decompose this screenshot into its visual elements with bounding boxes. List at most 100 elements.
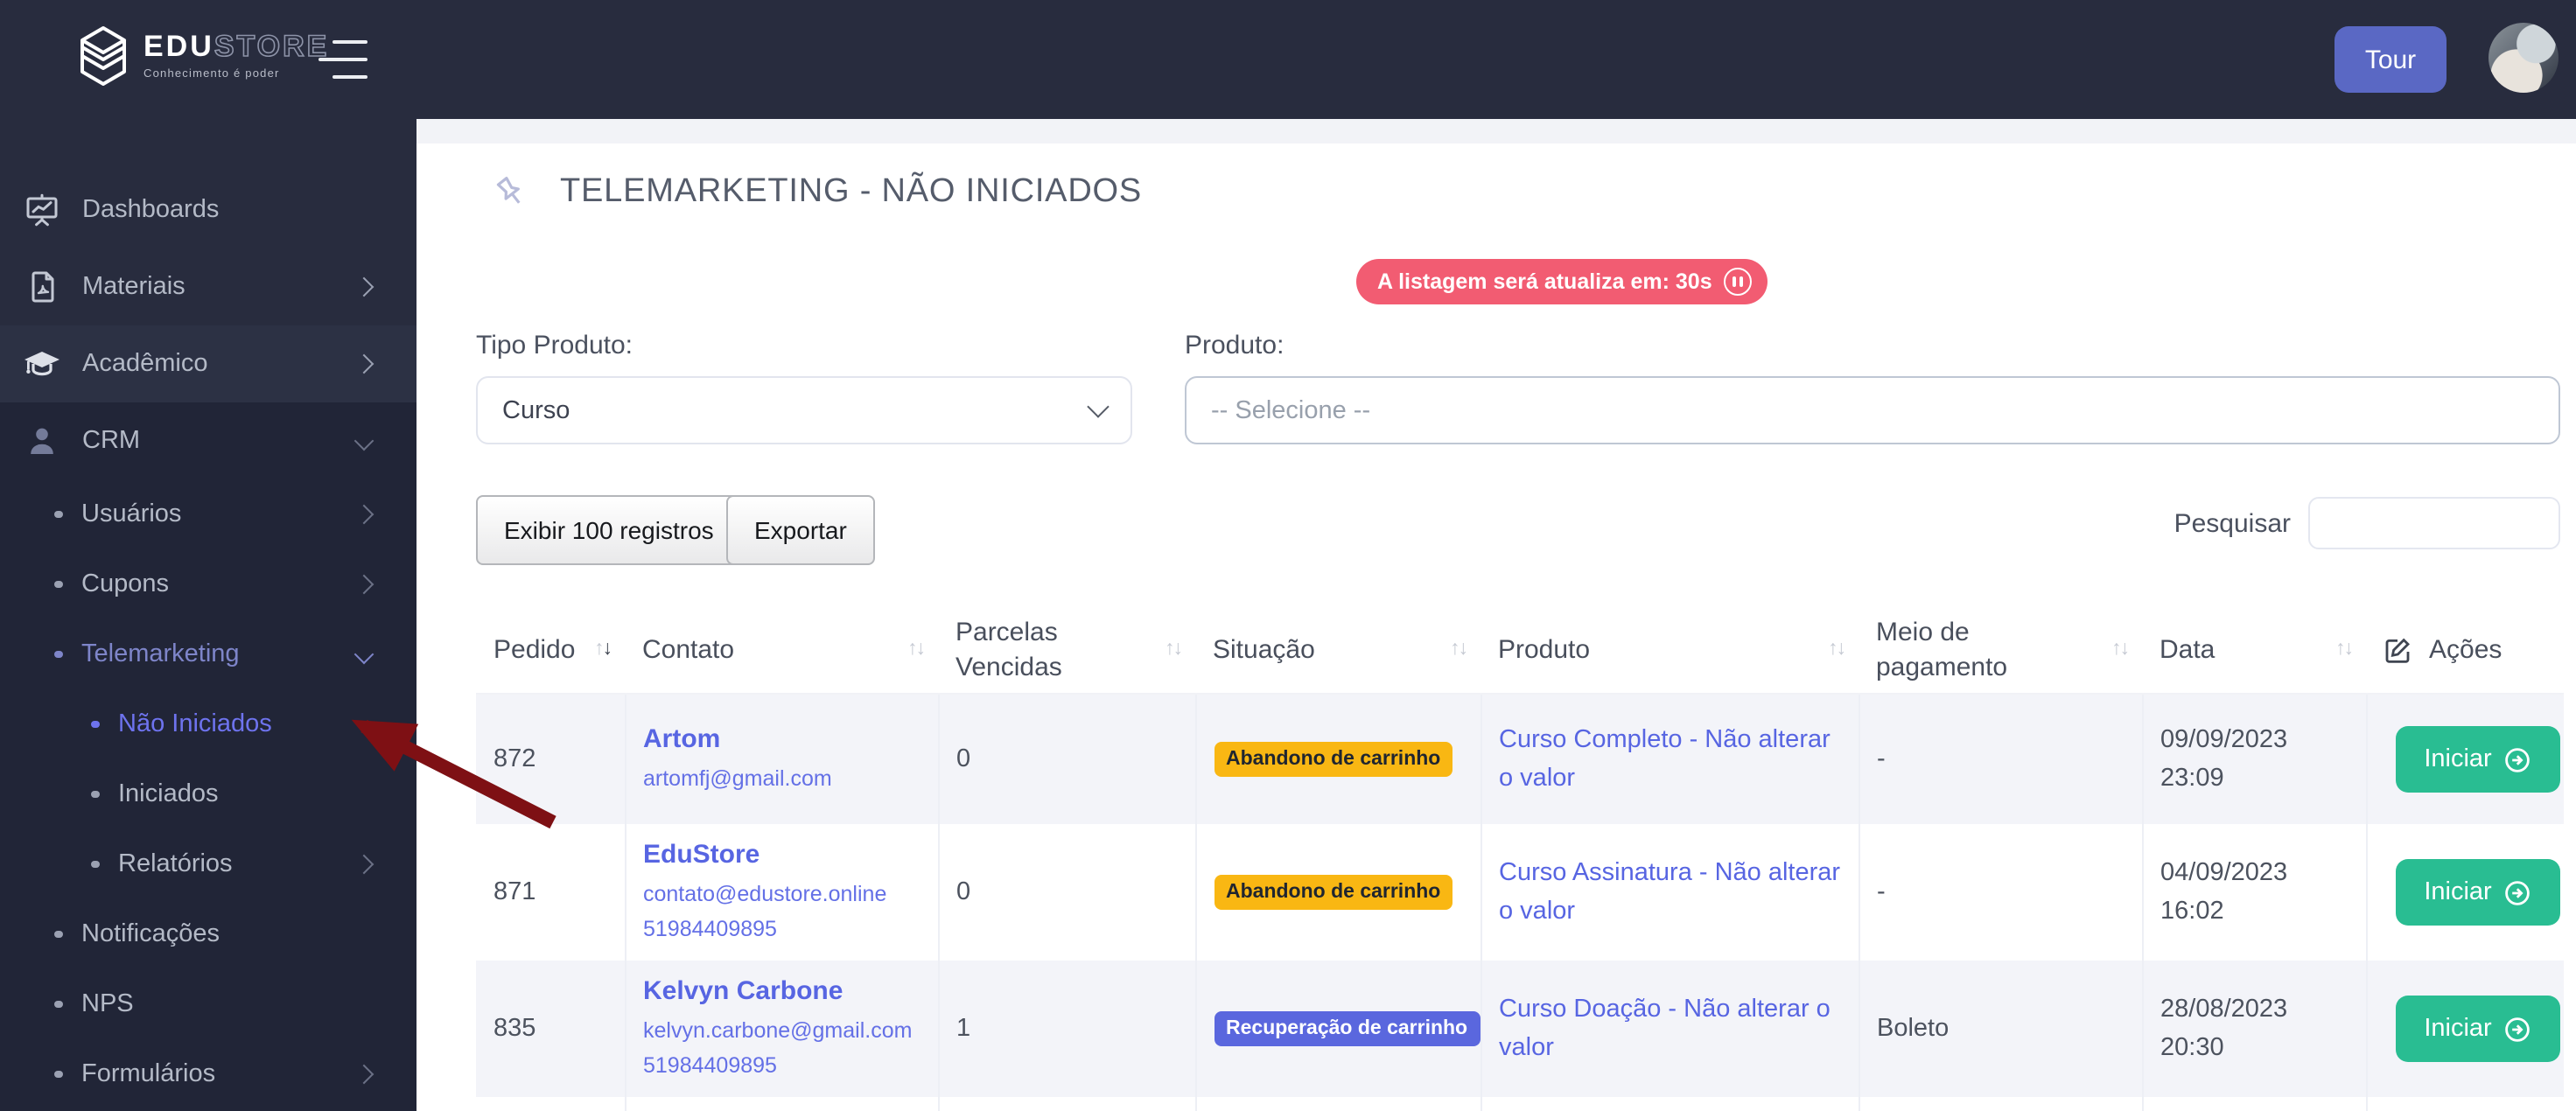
cell-situacao: Abandono de carrinho — [1195, 694, 1481, 824]
column-header-meio-pagamento[interactable]: Meio de pagamento ↑ ↓ — [1858, 607, 2142, 695]
cell-data: 28/08/2023 20:30 — [2142, 961, 2367, 1097]
edustore-cube-icon — [80, 26, 126, 86]
user-icon — [23, 423, 61, 458]
iniciar-button[interactable]: Iniciar — [2395, 726, 2559, 793]
brand-name: EDUSTORE — [144, 30, 330, 64]
sidebar-item-cupons[interactable]: Cupons — [0, 549, 416, 619]
iniciar-button[interactable]: Iniciar — [2395, 996, 2559, 1062]
search-input[interactable] — [2308, 497, 2560, 549]
cell-pedido: 871 — [476, 824, 626, 961]
pdf-file-icon — [23, 269, 61, 304]
column-header-parcelas[interactable]: Parcelas Vencidas ↑ ↓ — [938, 607, 1195, 695]
contact-phone[interactable]: 51984409895 — [643, 1049, 923, 1085]
chevron-right-icon — [354, 276, 374, 297]
sidebar-item-label: Notificações — [81, 920, 220, 948]
tour-button[interactable]: Tour — [2334, 26, 2446, 93]
column-header-pedido[interactable]: Pedido ↑ ↓ — [476, 607, 625, 695]
table-row: 835 Kelvyn Carbone kelvyn.carbone@gmail.… — [476, 961, 2564, 1097]
avatar[interactable] — [2488, 23, 2558, 93]
bullet-icon — [54, 1070, 62, 1079]
exportar-button[interactable]: Exportar — [726, 495, 875, 565]
sidebar-item-nps[interactable]: NPS — [0, 969, 416, 1039]
contact-email[interactable]: artomfj@gmail.com — [643, 761, 923, 797]
sidebar-item-label: Não Iniciados — [118, 710, 272, 738]
sidebar-item-nao-iniciados[interactable]: Não Iniciados — [0, 689, 416, 759]
main-content: TELEMARKETING - NÃO INICIADOS A listagem… — [416, 119, 2576, 1111]
sidebar-item-label: Formulários — [81, 1060, 216, 1088]
sidebar-item-iniciados[interactable]: Iniciados — [0, 759, 416, 829]
sort-icon: ↑ ↓ — [1165, 639, 1183, 660]
cell-situacao: Recuperação de carrinho — [1195, 961, 1481, 1097]
contact-name-link[interactable]: Kelvyn Carbone — [643, 973, 923, 1012]
column-header-acoes: Ações — [2366, 607, 2564, 695]
sidebar-item-crm[interactable]: CRM — [0, 402, 416, 479]
table-row — [476, 1097, 2564, 1111]
push-pin-icon — [496, 177, 521, 204]
produto-select[interactable]: -- Selecione -- — [1185, 376, 2560, 444]
sidebar-item-notificacoes[interactable]: Notificações — [0, 899, 416, 969]
sidebar-item-usuarios[interactable]: Usuários — [0, 479, 416, 549]
column-header-produto[interactable]: Produto ↑ ↓ — [1480, 607, 1858, 695]
cell-parcelas: 0 — [938, 824, 1196, 961]
arrow-right-circle-icon — [2504, 747, 2530, 772]
brand-logo: EDUSTORE Conhecimento é poder — [77, 24, 329, 87]
cell-contato: Kelvyn Carbone kelvyn.carbone@gmail.com … — [625, 961, 939, 1097]
column-header-contato[interactable]: Contato ↑ ↓ — [625, 607, 938, 695]
page-title: TELEMARKETING - NÃO INICIADOS — [560, 173, 1143, 210]
sidebar-item-telemarketing[interactable]: Telemarketing — [0, 619, 416, 689]
contact-name-link[interactable]: Artom — [643, 722, 923, 761]
brand-tagline: Conhecimento é poder — [144, 67, 280, 80]
cell-produto: Curso Completo - Não alterar o valor — [1480, 694, 1859, 824]
app-window: EDUSTORE Conhecimento é poder Tour Dashb… — [0, 0, 2576, 1111]
sidebar-item-label: Materiais — [82, 273, 186, 301]
table-header-row: Pedido ↑ ↓ Contato ↑ ↓ Parcelas Vencidas ↑… — [476, 607, 2564, 695]
bullet-icon — [91, 790, 99, 799]
contact-email[interactable]: contato@edustore.online — [643, 876, 923, 912]
refresh-banner: A listagem será atualiza em: 30s — [1356, 259, 1768, 304]
produto-label: Produto: — [1185, 331, 1284, 360]
page-header: TELEMARKETING - NÃO INICIADOS — [490, 171, 1142, 213]
sidebar-item-label: Usuários — [81, 500, 182, 528]
sort-icon: ↑ ↓ — [1450, 639, 1468, 660]
product-link[interactable]: Curso Completo - Não alterar o valor — [1499, 720, 1844, 799]
sidebar-item-materiais[interactable]: Materiais — [0, 248, 416, 325]
arrow-right-circle-icon — [2504, 1017, 2530, 1041]
sidebar-item-dashboards[interactable]: Dashboards — [0, 171, 416, 248]
exibir-registros-button[interactable]: Exibir 100 registros — [476, 495, 742, 565]
chevron-down-icon — [354, 430, 374, 451]
iniciar-button[interactable]: Iniciar — [2395, 859, 2559, 926]
contact-phone[interactable]: 51984409895 — [643, 912, 923, 948]
sidebar-item-formularios[interactable]: Formulários — [0, 1039, 416, 1109]
cell-parcelas: 0 — [938, 694, 1196, 824]
cell-acoes: Iniciar — [2366, 961, 2564, 1097]
tipo-produto-select[interactable]: Curso — [476, 376, 1132, 444]
column-header-data[interactable]: Data ↑ ↓ — [2142, 607, 2366, 695]
cell-situacao: Abandono de carrinho — [1195, 824, 1481, 961]
product-link[interactable]: Curso Assinatura - Não alterar o valor — [1499, 853, 1844, 932]
cell-produto: Curso Assinatura - Não alterar o valor — [1480, 824, 1859, 961]
presentation-chart-icon — [23, 192, 61, 227]
menu-toggle-icon[interactable] — [318, 40, 368, 79]
bullet-icon — [91, 720, 99, 729]
column-header-situacao[interactable]: Situação ↑ ↓ — [1195, 607, 1480, 695]
sidebar-item-relatorios[interactable]: Relatórios — [0, 829, 416, 899]
sidebar-item-label: Acadêmico — [82, 350, 208, 378]
cell-meio-pagamento: Boleto — [1858, 961, 2143, 1097]
product-link[interactable]: Curso Doação - Não alterar o valor — [1499, 989, 1844, 1068]
sort-icon: ↑ ↓ — [2335, 639, 2354, 660]
sidebar-item-label: Iniciados — [118, 780, 219, 808]
contact-email[interactable]: kelvyn.carbone@gmail.com — [643, 1012, 923, 1048]
pause-circle-icon[interactable] — [1724, 268, 1753, 296]
produto-placeholder: -- Selecione -- — [1211, 396, 1371, 424]
bullet-icon — [54, 650, 62, 659]
table-row: 871 EduStore contato@edustore.online 519… — [476, 824, 2564, 961]
tipo-produto-value: Curso — [502, 396, 570, 424]
bullet-icon — [54, 1000, 62, 1009]
cell-contato: Artom artomfj@gmail.com — [625, 694, 939, 824]
bullet-icon — [54, 510, 62, 519]
chevron-right-icon — [354, 504, 374, 525]
contact-name-link[interactable]: EduStore — [643, 836, 923, 876]
sidebar-item-academico[interactable]: Acadêmico — [0, 325, 416, 402]
topbar: EDUSTORE Conhecimento é poder Tour — [0, 0, 2576, 119]
tipo-produto-label: Tipo Produto: — [476, 331, 633, 360]
